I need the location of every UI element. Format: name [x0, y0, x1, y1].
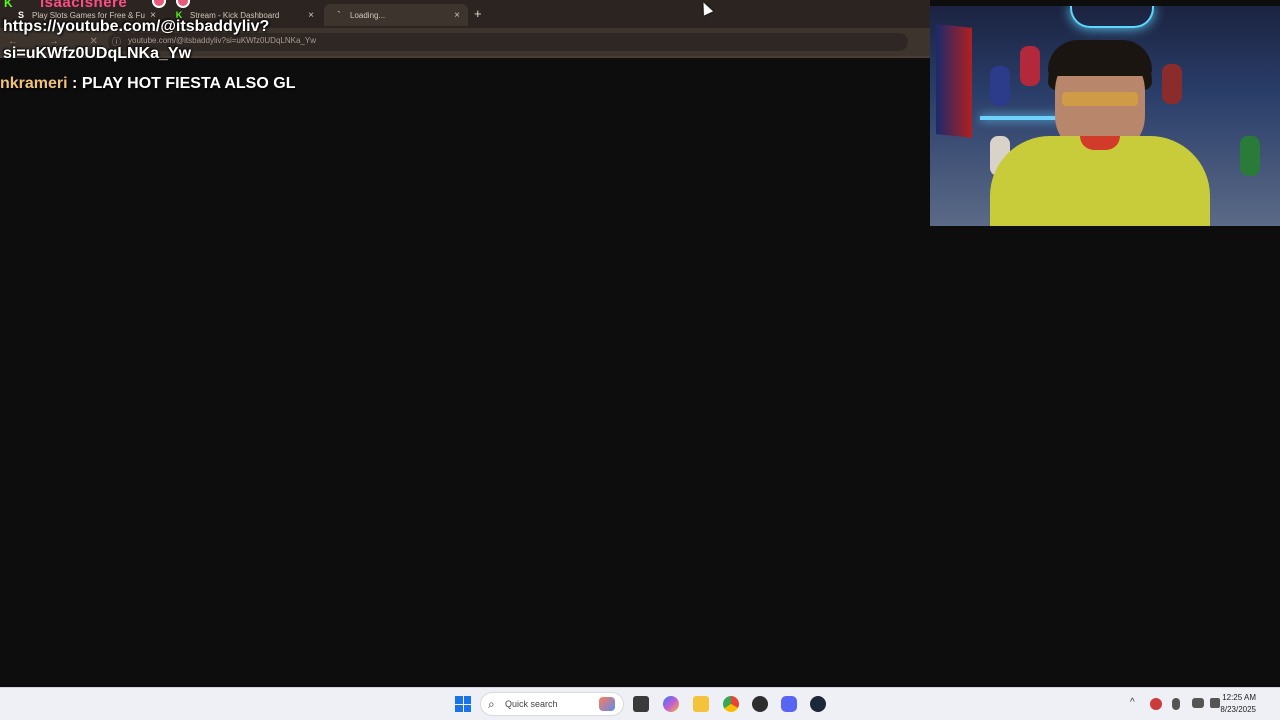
file-explorer-icon[interactable]: [693, 696, 709, 712]
flag-decoration: [936, 24, 972, 138]
tray-chevron-icon[interactable]: ^: [1130, 697, 1135, 708]
discord-icon[interactable]: [781, 696, 797, 712]
figure-decoration: [1240, 136, 1260, 176]
streamer-glasses: [1062, 92, 1138, 106]
network-icon[interactable]: [1192, 698, 1204, 708]
figure-decoration: [1162, 64, 1182, 104]
clock-time: 12:25 AM: [1222, 693, 1256, 702]
neon-sign: [1070, 6, 1154, 28]
overlay-link-line-1: https://youtube.com/@itsbaddyliv?: [3, 18, 270, 35]
security-icon[interactable]: [1150, 698, 1162, 710]
kick-logo-icon: K: [4, 0, 13, 10]
taskbar-clock[interactable]: 12:25 AM 8/23/2025: [1220, 692, 1256, 716]
obs-icon[interactable]: [752, 696, 768, 712]
tab-close-icon[interactable]: ×: [308, 10, 314, 21]
address-url[interactable]: youtube.com/@itsbaddyliv?si=uKWfz0UDqLNK…: [128, 36, 316, 45]
clock-date: 8/23/2025: [1220, 705, 1256, 714]
overlay-username: isaacishere: [40, 0, 128, 11]
copilot-icon[interactable]: [663, 696, 679, 712]
windows-taskbar: ⌕ Quick search ^ 12:25 AM 8/23/2025: [0, 687, 1280, 720]
windows-start-icon[interactable]: [455, 696, 471, 712]
task-view-icon[interactable]: [633, 696, 649, 712]
chat-message: nkrameri : PLAY HOT FIESTA ALSO GL: [0, 75, 295, 93]
search-highlight-icon: [599, 697, 615, 711]
search-icon: ⌕: [488, 697, 495, 711]
new-tab-button[interactable]: +: [474, 6, 482, 21]
tab-close-icon[interactable]: ×: [454, 10, 460, 21]
tab-label: Loading...: [350, 10, 386, 20]
overlay-link-line-2: si=uKWfz0UDqLNKa_Yw: [3, 45, 192, 62]
figure-decoration: [990, 66, 1010, 106]
figure-decoration: [1020, 46, 1040, 86]
streamer-hair: [1048, 40, 1152, 76]
streamer-shirt: [990, 136, 1210, 226]
taskbar-search[interactable]: ⌕ Quick search: [480, 692, 624, 716]
chat-separator: :: [67, 75, 82, 92]
loading-spinner-icon: `: [337, 10, 341, 20]
tab-loading[interactable]: ` Loading... ×: [324, 4, 468, 26]
chrome-icon[interactable]: [723, 696, 739, 712]
microphone-icon[interactable]: [1172, 698, 1180, 710]
steam-icon[interactable]: [810, 696, 826, 712]
chat-username: nkrameri: [0, 75, 68, 92]
search-placeholder: Quick search: [505, 699, 558, 709]
volume-icon[interactable]: [1210, 698, 1220, 708]
chat-text: PLAY HOT FIESTA ALSO GL: [81, 75, 296, 92]
webcam-feed: [930, 6, 1280, 226]
